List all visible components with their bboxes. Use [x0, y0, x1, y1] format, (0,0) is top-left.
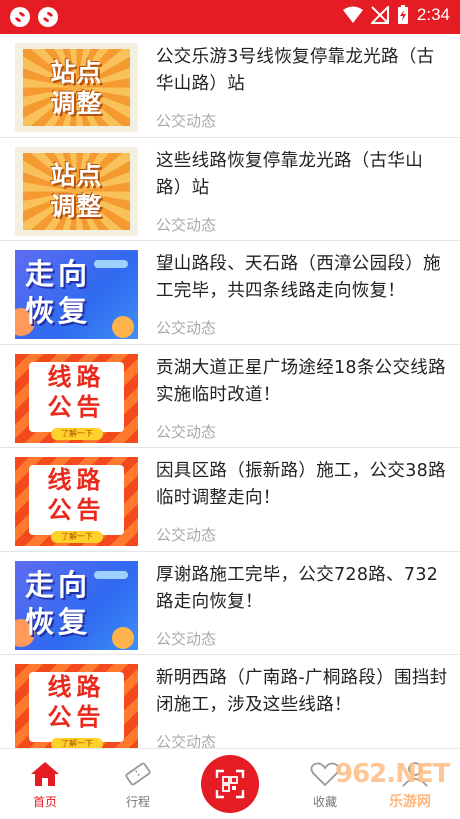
thumb-line2: 公告 — [47, 496, 106, 524]
battery-charging-icon — [397, 5, 408, 24]
no-signal-icon — [370, 6, 389, 24]
news-category: 公交动态 — [156, 422, 217, 441]
thumb-line1: 线路 — [47, 362, 106, 391]
nav-trips-label: 行程 — [125, 795, 150, 809]
news-thumbnail: 线路 公告 了解一下 — [15, 457, 138, 546]
scan-qr-button[interactable] — [201, 755, 259, 813]
thumb-pill: 了解一下 — [51, 427, 103, 440]
news-item[interactable]: 走向 恢复 厚谢路施工完毕，公交728路、732路走向恢复！ 公交动态 — [0, 552, 460, 655]
watermark-logo: 962.NET — [335, 759, 450, 789]
news-item[interactable]: 站点 调整 这些线路恢复停靠龙光路（古华山路）站 公交动态 — [0, 138, 460, 241]
news-title[interactable]: 公交乐游3号线恢复停靠龙光路（古华山路）站 — [156, 44, 448, 98]
status-time: 2:34 — [416, 5, 450, 24]
news-category: 公交动态 — [156, 215, 217, 234]
thumb-line1: 站点 — [50, 161, 103, 190]
news-list[interactable]: 站点 调整 公交乐游3号线恢复停靠龙光路（古华山路）站 公交动态 站点 调整 这些线路恢复停… — [0, 34, 460, 748]
news-item[interactable]: 站点 调整 公交乐游3号线恢复停靠龙光路（古华山路）站 公交动态 — [0, 34, 460, 138]
news-thumbnail: 线路 公告 了解一下 — [15, 353, 138, 443]
news-title[interactable]: 这些线路恢复停靠龙光路（古华山路）站 — [156, 148, 448, 202]
app-notification-icon — [10, 7, 30, 27]
news-title[interactable]: 望山路段、天石路（西漳公园段）施工完毕，共四条线路走向恢复！ — [156, 251, 448, 305]
qr-scan-icon — [215, 769, 245, 799]
news-thumbnail: 走向 恢复 — [15, 560, 138, 650]
watermark: 962.NET 乐游网 — [305, 757, 455, 813]
news-category: 公交动态 — [156, 733, 217, 748]
news-category: 公交动态 — [156, 629, 217, 648]
app-notification-icon — [38, 7, 58, 27]
thumb-line1: 线路 — [47, 466, 106, 494]
news-title[interactable]: 新明西路（广南路-广桐路段）围挡封闭施工，涉及这些线路！ — [156, 665, 448, 719]
nav-home-label: 首页 — [32, 795, 57, 809]
news-item[interactable]: 线路 公告 了解一下 因具区路（振新路）施工，公交38路临时调整走向！ 公交动态 — [0, 448, 460, 552]
news-thumbnail: 线路 公告 了解一下 — [15, 664, 138, 748]
nav-home[interactable]: 首页 — [10, 761, 80, 810]
thumb-line1: 站点 — [50, 57, 103, 87]
thumb-line2: 公告 — [47, 703, 106, 731]
news-category: 公交动态 — [156, 112, 217, 130]
news-category: 公交动态 — [156, 319, 217, 337]
home-icon — [31, 762, 59, 786]
thumb-line1: 线路 — [47, 673, 106, 701]
nav-trips[interactable]: 行程 — [103, 761, 173, 810]
thumb-line1: 走向 — [25, 257, 92, 291]
thumb-pill: 了解一下 — [51, 531, 103, 543]
thumb-line2: 恢复 — [25, 294, 92, 328]
thumb-line2: 公告 — [47, 392, 106, 421]
news-item[interactable]: 线路 公告 了解一下 贡湖大道正星广场途经18条公交线路实施临时改道！ 公交动态 — [0, 345, 460, 448]
news-thumbnail: 站点 调整 — [15, 146, 138, 236]
thumb-line1: 走向 — [25, 567, 92, 602]
status-bar: 2:34 — [0, 0, 460, 34]
news-title[interactable]: 因具区路（振新路）施工，公交38路临时调整走向！ — [156, 458, 448, 512]
thumb-line2: 调整 — [50, 88, 103, 118]
news-category: 公交动态 — [156, 526, 217, 544]
news-thumbnail: 走向 恢复 — [15, 250, 138, 339]
watermark-subtitle: 乐游网 — [389, 794, 431, 810]
thumb-line2: 调整 — [50, 192, 103, 221]
wifi-icon — [342, 6, 363, 23]
news-item[interactable]: 线路 公告 了解一下 新明西路（广南路-广桐路段）围挡封闭施工，涉及这些线路！ 公交动态 — [0, 655, 460, 748]
thumb-line2: 恢复 — [25, 604, 92, 639]
news-title[interactable]: 厚谢路施工完毕，公交728路、732路走向恢复！ — [156, 562, 448, 616]
news-thumbnail: 站点 调整 — [15, 43, 138, 132]
thumb-pill: 了解一下 — [51, 738, 103, 748]
news-item[interactable]: 走向 恢复 望山路段、天石路（西漳公园段）施工完毕，共四条线路走向恢复！ 公交动态 — [0, 241, 460, 345]
news-title[interactable]: 贡湖大道正星广场途经18条公交线路实施临时改道！ — [156, 355, 448, 409]
ticket-icon — [125, 762, 151, 786]
